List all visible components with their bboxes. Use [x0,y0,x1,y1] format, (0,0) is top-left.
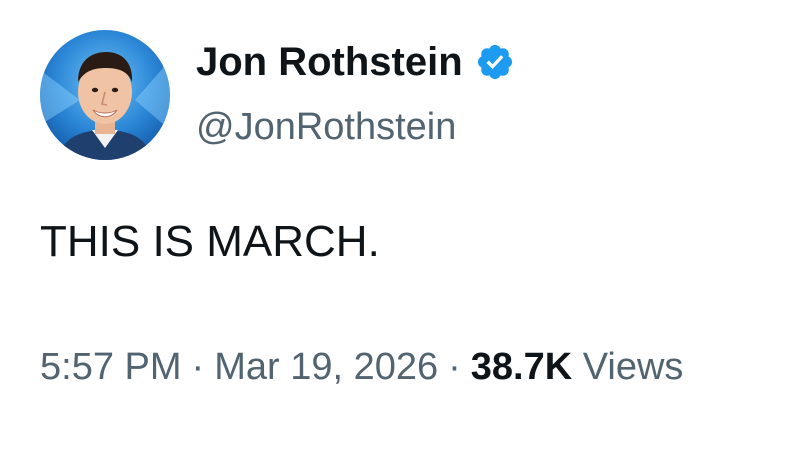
author-handle[interactable]: @JonRothstein [196,104,456,150]
meta-separator: · [448,346,461,388]
avatar-image [40,30,170,160]
views-label[interactable]: Views [583,346,684,388]
verified-badge-icon[interactable] [475,42,515,82]
views-count[interactable]: 38.7K [471,346,572,388]
tweet-time[interactable]: 5:57 PM [40,346,182,388]
tweet-meta-row: 5:57 PM · Mar 19, 2026 · 38.7K Views [40,344,800,390]
author-name-row: Jon Rothstein [196,38,515,86]
meta-separator: · [191,346,205,388]
author-display-name[interactable]: Jon Rothstein [196,38,463,86]
avatar[interactable] [40,30,170,160]
tweet-card: Jon Rothstein @JonRothstein THIS IS MARC… [0,0,800,450]
tweet-date[interactable]: Mar 19, 2026 [214,346,438,388]
tweet-text: THIS IS MARCH. [40,217,380,266]
